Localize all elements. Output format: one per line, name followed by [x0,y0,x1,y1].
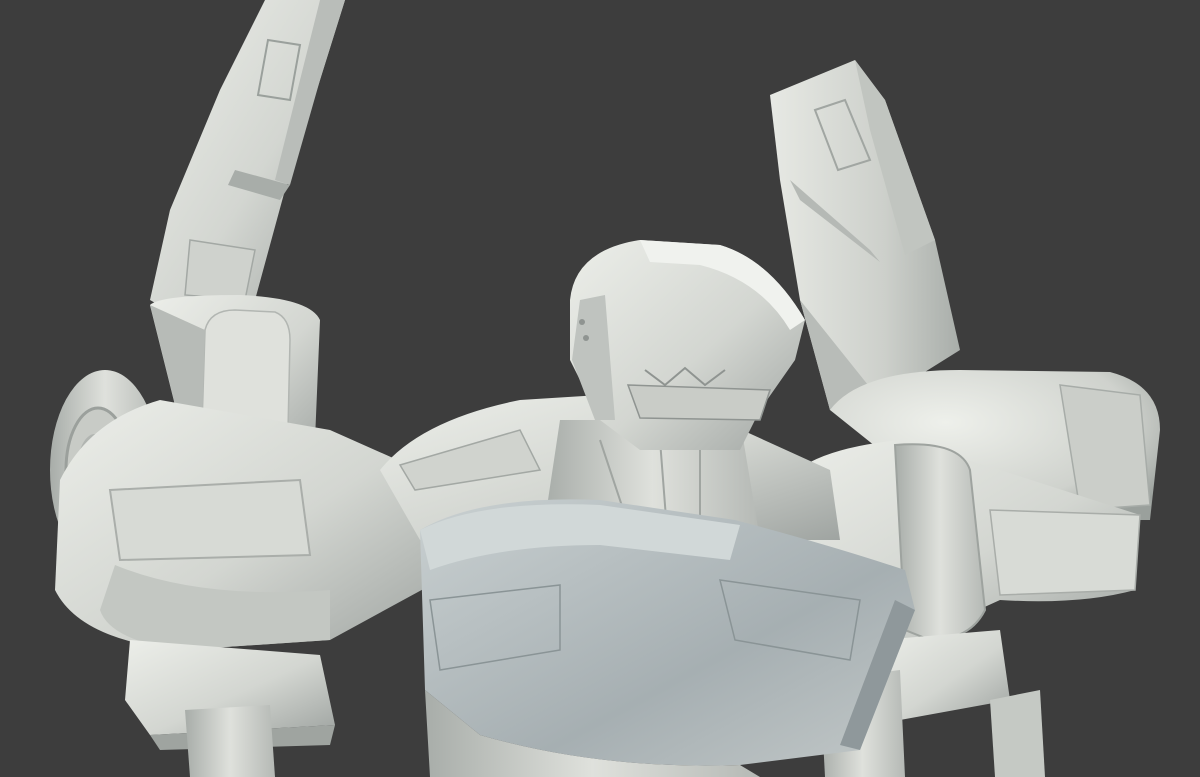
right-forearm [770,60,960,410]
left-hip-block [125,640,335,777]
left-upper-arm [55,400,440,650]
3d-viewport[interactable] [0,0,1200,777]
left-forearm [150,0,345,320]
helmet [570,240,805,450]
mech-render [50,0,1160,777]
